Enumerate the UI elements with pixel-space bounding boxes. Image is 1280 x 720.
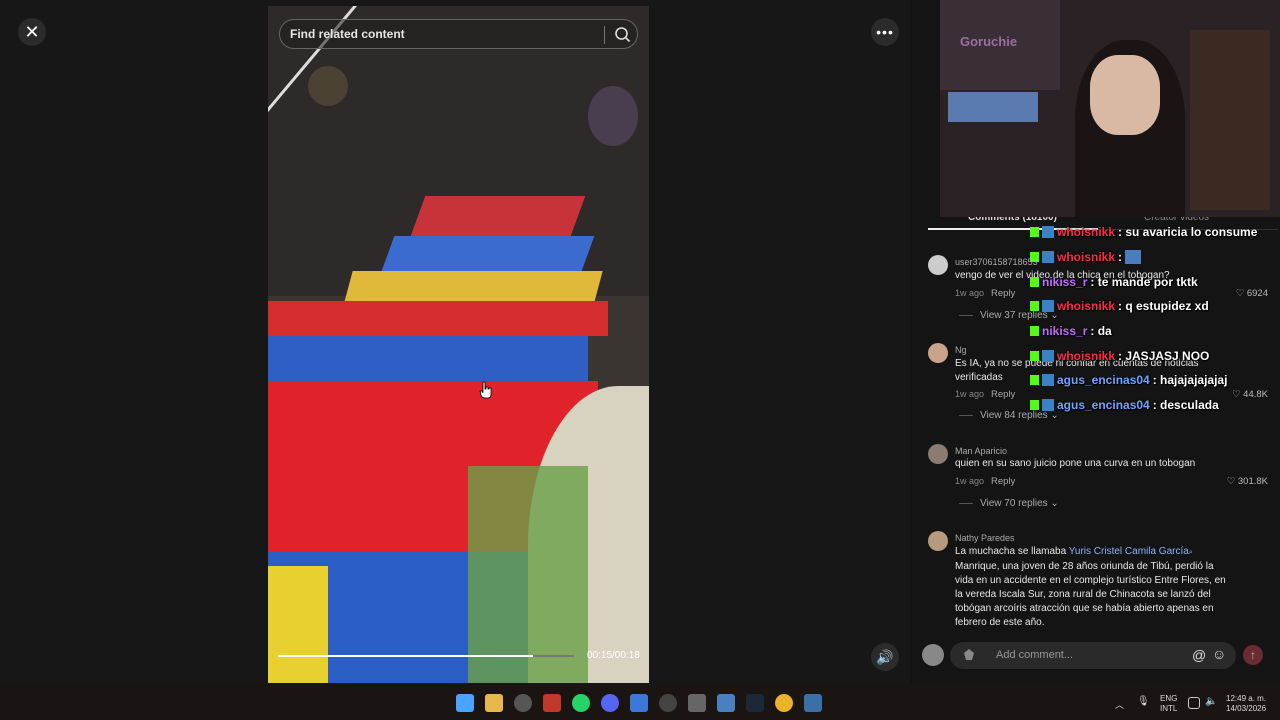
app-icon[interactable] (804, 694, 822, 712)
file-explorer-icon[interactable] (485, 694, 503, 712)
comment-author[interactable]: Man Aparicio (955, 446, 1007, 456)
microphone-icon[interactable]: 🎙 (1137, 696, 1150, 710)
sub-badge-icon (1042, 251, 1054, 264)
language-indicator[interactable]: ENG INTL (1160, 694, 1177, 714)
chat-message: agus_encinas04: desculada (1030, 393, 1280, 418)
sticker-icon[interactable] (962, 648, 976, 662)
sub-badge-icon (1042, 399, 1054, 412)
chat-message: nikiss_r: te mande por tktk (1030, 269, 1280, 294)
notepad-icon[interactable] (630, 694, 648, 712)
search-bar[interactable]: Find related content (279, 19, 638, 49)
chat-message: whoisnikk: JASJASJ NOO (1030, 343, 1280, 368)
chrome-icon[interactable] (775, 694, 793, 712)
search-icon: ⌕ (1188, 549, 1193, 556)
obs-icon[interactable] (514, 694, 532, 712)
reply-button[interactable]: Reply (991, 476, 1015, 487)
chat-message: agus_encinas04: hajajajajajaj (1030, 368, 1280, 393)
chevron-up-icon[interactable]: ︿ (1115, 698, 1125, 710)
divider (959, 503, 973, 504)
arrow-up-icon: ↑ (1250, 648, 1256, 662)
clock[interactable]: 12:49 a. m. 14/03/2026 (1226, 694, 1266, 714)
taskbar: ︿ 🎙 🔈 (0, 685, 1280, 720)
stream-chat: whoisnikk: su avaricia lo consume whoisn… (1030, 220, 1280, 418)
streamer-name: Goruchie (960, 34, 1018, 49)
sub-badge-icon (1042, 300, 1054, 313)
comment-age: 1w ago (955, 288, 985, 298)
kick-badge-icon (1030, 301, 1039, 312)
emote-icon (1125, 250, 1142, 265)
kick-badge-icon (1030, 252, 1039, 263)
divider (959, 315, 973, 316)
app-icon[interactable] (717, 694, 735, 712)
close-icon: ✕ (24, 21, 40, 42)
webcam-overlay: Goruchie (940, 0, 1280, 217)
kick-badge-icon (1030, 350, 1039, 361)
video-player[interactable] (268, 6, 649, 683)
avatar[interactable] (928, 343, 948, 363)
comment-author[interactable]: Nathy Paredes (955, 533, 1015, 543)
close-button[interactable]: ✕ (18, 18, 46, 46)
steam-icon[interactable] (746, 694, 764, 712)
sub-badge-icon (1042, 374, 1054, 387)
avatar[interactable] (928, 444, 948, 464)
kick-badge-icon (1030, 375, 1039, 386)
volume-button[interactable]: 🔊 (871, 643, 899, 671)
heart-icon: ♡ (1226, 476, 1238, 487)
chat-message: whoisnikk: (1030, 245, 1280, 270)
progress-bar[interactable] (278, 655, 574, 657)
chat-message: whoisnikk: su avaricia lo consume (1030, 220, 1280, 245)
comment-age: 1w ago (955, 476, 985, 486)
face (1090, 55, 1160, 135)
hand-cursor-icon (479, 381, 492, 399)
chat-message: whoisnikk: q estupidez xd (1030, 294, 1280, 319)
like-count[interactable]: ♡ 301.8K (1212, 476, 1268, 487)
discord-icon[interactable] (601, 694, 619, 712)
guitars (1190, 30, 1270, 210)
app-icon[interactable] (688, 694, 706, 712)
search-icon[interactable] (613, 25, 633, 45)
kick-badge-icon (1030, 400, 1039, 411)
volume-icon: 🔊 (876, 648, 894, 665)
sub-badge-icon (1042, 226, 1054, 239)
windows-start-icon[interactable] (456, 694, 474, 712)
comment-input[interactable]: Add comment... @ ☺ (950, 642, 1236, 669)
volume-icon[interactable]: 🔈 (1205, 696, 1217, 708)
reply-button[interactable]: Reply (991, 288, 1015, 299)
sub-badge-icon (1042, 349, 1054, 362)
chat-message: nikiss_r: da (1030, 319, 1280, 344)
more-icon: ••• (876, 24, 894, 40)
app-icon[interactable] (659, 694, 677, 712)
search-placeholder: Find related content (290, 27, 405, 41)
kick-badge-icon (1030, 227, 1039, 238)
comment-age: 1w ago (955, 389, 985, 399)
monitor (948, 92, 1038, 122)
divider (959, 415, 973, 416)
mention-link[interactable]: Yuris Cristel Camila García (1069, 546, 1189, 557)
mention-icon[interactable]: @ (1192, 647, 1206, 663)
kick-badge-icon (1030, 326, 1039, 337)
news-app-icon[interactable] (543, 694, 561, 712)
reply-button[interactable]: Reply (991, 389, 1015, 400)
view-replies-button[interactable]: View 70 replies ⌄ (980, 498, 1059, 509)
chevron-down-icon: ⌄ (1050, 498, 1059, 509)
comment-author[interactable]: user3706158718653 (955, 257, 1038, 267)
kick-badge-icon (1030, 276, 1039, 287)
comment-text: quien en su sano juicio pone una curva e… (955, 458, 1196, 469)
whatsapp-icon[interactable] (572, 694, 590, 712)
playback-time: 00:15/00:18 (587, 650, 640, 661)
comment-text: La muchacha se llamaba Yuris Cristel Cam… (955, 546, 1226, 628)
my-avatar[interactable] (922, 644, 944, 666)
send-button[interactable]: ↑ (1243, 645, 1263, 665)
display-icon[interactable] (1188, 697, 1200, 709)
avatar[interactable] (928, 255, 948, 275)
progress-fill (278, 655, 533, 657)
emoji-icon[interactable]: ☺ (1212, 646, 1226, 662)
avatar[interactable] (928, 531, 948, 551)
search-divider (604, 26, 605, 44)
more-options-button[interactable]: ••• (871, 18, 899, 46)
comment-placeholder: Add comment... (996, 649, 1074, 661)
comment-author[interactable]: Ng (955, 345, 967, 355)
